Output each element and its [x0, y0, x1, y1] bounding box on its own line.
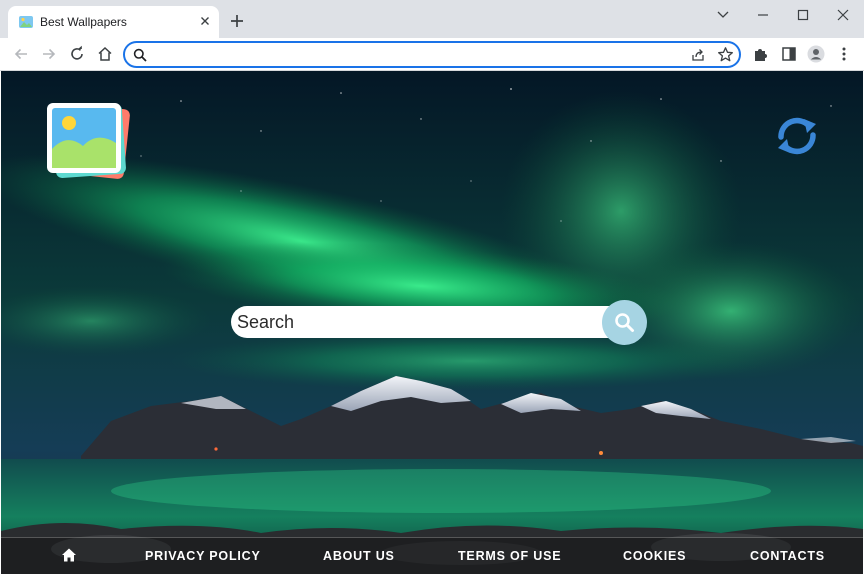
side-panel-icon[interactable] [780, 45, 798, 63]
forward-arrow-icon[interactable] [40, 45, 58, 63]
footer-link-terms-of-use[interactable]: TERMS OF USE [458, 549, 561, 563]
browser-tab-active[interactable]: Best Wallpapers [8, 6, 219, 38]
browser-tab-strip: Best Wallpapers [0, 0, 864, 38]
star-icon[interactable] [717, 46, 734, 63]
footer-link-contacts[interactable]: CONTACTS [750, 549, 825, 563]
home-icon[interactable] [61, 547, 77, 563]
extensions-puzzle-icon[interactable] [752, 45, 770, 63]
magnifier-icon [615, 313, 634, 332]
search-button[interactable] [602, 300, 647, 345]
web-page: PRIVACY POLICY ABOUT US TERMS OF USE COO… [1, 71, 863, 574]
home-icon[interactable] [96, 45, 114, 63]
browser-toolbar [0, 38, 864, 71]
footer-link-about-us[interactable]: ABOUT US [323, 549, 395, 563]
close-icon[interactable] [198, 14, 212, 28]
share-icon[interactable] [690, 47, 706, 63]
close-icon[interactable] [832, 6, 854, 24]
footer-link-privacy-policy[interactable]: PRIVACY POLICY [145, 549, 261, 563]
profile-avatar-icon[interactable] [807, 45, 825, 63]
reload-icon[interactable] [68, 45, 86, 63]
chevron-down-icon[interactable] [712, 6, 734, 24]
search-box [231, 299, 649, 347]
minimize-icon[interactable] [752, 6, 774, 24]
kebab-menu-icon[interactable] [835, 45, 853, 63]
search-icon [133, 48, 147, 62]
address-bar[interactable] [123, 41, 741, 68]
back-arrow-icon[interactable] [12, 45, 30, 63]
footer-nav: PRIVACY POLICY ABOUT US TERMS OF USE COO… [1, 537, 863, 574]
maximize-icon[interactable] [792, 6, 814, 24]
plus-icon[interactable] [229, 13, 245, 29]
tab-title: Best Wallpapers [40, 15, 127, 29]
footer-link-cookies[interactable]: COOKIES [623, 549, 686, 563]
refresh-arrows-icon[interactable] [774, 115, 820, 157]
image-gallery-icon [19, 16, 33, 28]
address-input[interactable] [153, 45, 673, 64]
search-input[interactable] [231, 306, 623, 338]
wallpaper-picture-logo[interactable] [45, 101, 135, 181]
